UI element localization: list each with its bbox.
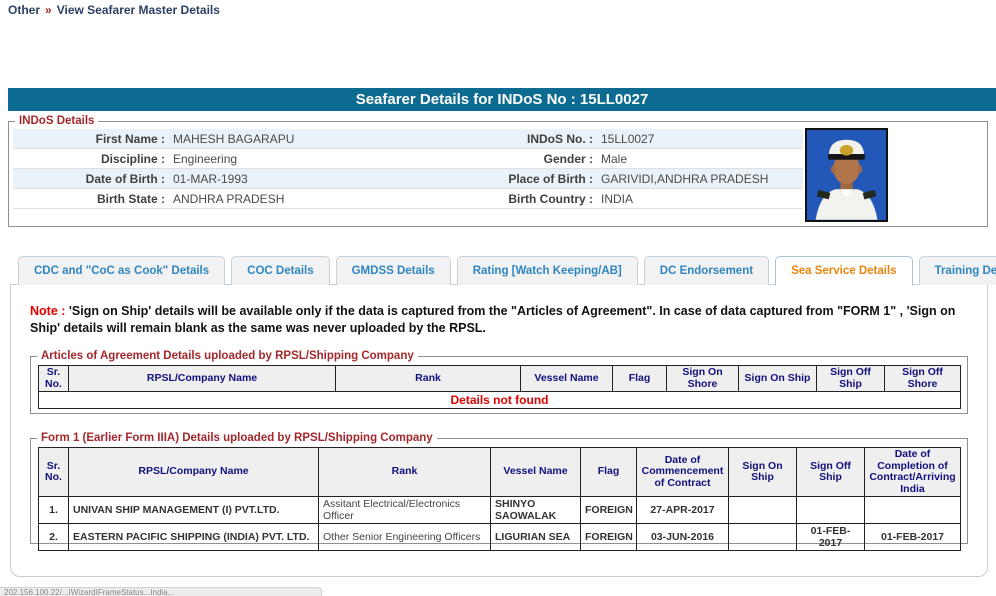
articles-col-sign-on-shore: Sign On Shore <box>666 365 739 392</box>
indos-row-state: Birth State : ANDHRA PRADESH Birth Count… <box>13 189 803 209</box>
browser-status-bar: 202.156.100.22/...IWizardIFrameStatus...… <box>0 587 322 596</box>
form1-col-flag: Flag <box>580 447 637 497</box>
articles-empty-row: Details not found <box>38 391 961 409</box>
note-text: Note : 'Sign on Ship' details will be av… <box>30 303 978 337</box>
birth-country-value: INDIA <box>601 192 634 206</box>
articles-table: Sr. No. RPSL/Company Name Rank Vessel Na… <box>38 365 961 409</box>
row1-sr-no: 1. <box>38 496 69 524</box>
articles-col-company: RPSL/Company Name <box>68 365 336 392</box>
articles-col-sign-off-ship: Sign Off Ship <box>816 365 885 392</box>
first-name-label: First Name : <box>95 132 165 146</box>
row2-completion: 01-FEB-2017 <box>864 523 961 551</box>
articles-legend: Articles of Agreement Details uploaded b… <box>41 350 414 362</box>
tab-training-details[interactable]: Training Details <box>918 256 996 285</box>
tab-gmdss-details[interactable]: GMDSS Details <box>335 256 451 285</box>
breadcrumb-separator: » <box>45 3 52 17</box>
indos-details-legend: INDoS Details <box>19 115 95 127</box>
tab-bar: CDC and "CoC as Cook" Details COC Detail… <box>18 256 996 286</box>
tab-dc-endorsement[interactable]: DC Endorsement <box>643 256 770 285</box>
articles-col-vessel: Vessel Name <box>520 365 613 392</box>
articles-col-sign-off-shore: Sign Off Shore <box>884 365 961 392</box>
articles-header-row: Sr. No. RPSL/Company Name Rank Vessel Na… <box>38 365 961 392</box>
birth-state-value: ANDHRA PRADESH <box>173 192 285 206</box>
row1-vessel: SHINYO SAOWALAK <box>490 496 581 524</box>
discipline-label: Discipline : <box>100 152 165 166</box>
gender-label: Gender : <box>543 152 593 166</box>
row2-sign-off-ship: 01-FEB-2017 <box>796 523 865 551</box>
details-not-found-message: Details not found <box>38 391 961 409</box>
tab-coc-details[interactable]: COC Details <box>231 256 330 285</box>
place-of-birth-value: GARIVIDI,ANDHRA PRADESH <box>601 172 769 186</box>
breadcrumb-other-link[interactable]: Other <box>8 3 40 17</box>
indos-no-value: 15LL0027 <box>601 132 655 146</box>
first-name-value: MAHESH BAGARAPU <box>173 132 295 146</box>
row2-flag: FOREIGN <box>580 523 637 551</box>
row1-sign-off-ship <box>796 496 865 524</box>
note-prefix: Note : <box>30 304 66 318</box>
seafarer-photo <box>805 128 888 222</box>
row1-flag: FOREIGN <box>580 496 637 524</box>
row1-company: UNIVAN SHIP MANAGEMENT (I) PVT.LTD. <box>68 496 319 524</box>
birth-state-label: Birth State : <box>96 192 165 206</box>
form1-legend: Form 1 (Earlier Form IIIA) Details uploa… <box>41 432 433 444</box>
table-row: 2. EASTERN PACIFIC SHIPPING (INDIA) PVT.… <box>38 523 961 551</box>
dob-label: Date of Birth : <box>85 172 165 186</box>
indos-no-label: INDoS No. : <box>527 132 593 146</box>
row2-company: EASTERN PACIFIC SHIPPING (INDIA) PVT. LT… <box>68 523 319 551</box>
articles-of-agreement-fieldset: Articles of Agreement Details uploaded b… <box>30 350 968 414</box>
row2-vessel: LIGURIAN SEA <box>490 523 581 551</box>
row1-completion <box>864 496 961 524</box>
row1-sign-on-ship <box>728 496 797 524</box>
row2-commencement: 03-JUN-2016 <box>636 523 729 551</box>
row2-sr-no: 2. <box>38 523 69 551</box>
gender-value: Male <box>601 152 628 166</box>
form1-col-completion: Date of Completion of Contract/Arriving … <box>864 447 961 497</box>
form1-col-vessel: Vessel Name <box>490 447 581 497</box>
place-of-birth-label: Place of Birth : <box>508 172 593 186</box>
form1-table: Sr. No. RPSL/Company Name Rank Vessel Na… <box>38 447 961 551</box>
table-row: 1. UNIVAN SHIP MANAGEMENT (I) PVT.LTD. A… <box>38 496 961 524</box>
seafarer-photo-image <box>807 130 886 220</box>
indos-row-name: First Name : MAHESH BAGARAPU INDoS No. :… <box>13 129 803 149</box>
form1-col-commencement: Date of Commencement of Contract <box>636 447 729 497</box>
row2-rank: Other Senior Engineering Officers <box>318 523 491 551</box>
articles-col-sr-no: Sr. No. <box>38 365 69 392</box>
row2-sign-on-ship <box>728 523 797 551</box>
row1-commencement: 27-APR-2017 <box>636 496 729 524</box>
indos-row-birth: Date of Birth : 01-MAR-1993 Place of Bir… <box>13 169 803 189</box>
tab-rating-watch-keeping[interactable]: Rating [Watch Keeping/AB] <box>456 256 638 285</box>
indos-row-discipline: Discipline : Engineering Gender : Male <box>13 149 803 169</box>
form1-fieldset: Form 1 (Earlier Form IIIA) Details uploa… <box>30 432 968 551</box>
form1-col-sign-off-ship: Sign Off Ship <box>796 447 865 497</box>
form1-header-row: Sr. No. RPSL/Company Name Rank Vessel Na… <box>38 447 961 497</box>
form1-col-sr-no: Sr. No. <box>38 447 69 497</box>
form1-col-rank: Rank <box>318 447 491 497</box>
birth-country-label: Birth Country : <box>508 192 593 206</box>
articles-col-rank: Rank <box>335 365 521 392</box>
articles-col-sign-on-ship: Sign On Ship <box>738 365 817 392</box>
articles-col-flag: Flag <box>612 365 667 392</box>
row1-rank: Assitant Electrical/Electronics Officer <box>318 496 491 524</box>
page-title: Seafarer Details for INDoS No : 15LL0027 <box>8 88 996 111</box>
note-body: 'Sign on Ship' details will be available… <box>30 304 956 335</box>
breadcrumb-current-link[interactable]: View Seafarer Master Details <box>57 3 220 17</box>
tab-cdc-coc-cook-details[interactable]: CDC and "CoC as Cook" Details <box>18 256 226 285</box>
dob-value: 01-MAR-1993 <box>173 172 248 186</box>
tab-sea-service-details[interactable]: Sea Service Details <box>775 256 913 286</box>
breadcrumb: Other » View Seafarer Master Details <box>8 3 220 17</box>
discipline-value: Engineering <box>173 152 238 166</box>
form1-col-company: RPSL/Company Name <box>68 447 319 497</box>
form1-col-sign-on-ship: Sign On Ship <box>728 447 797 497</box>
